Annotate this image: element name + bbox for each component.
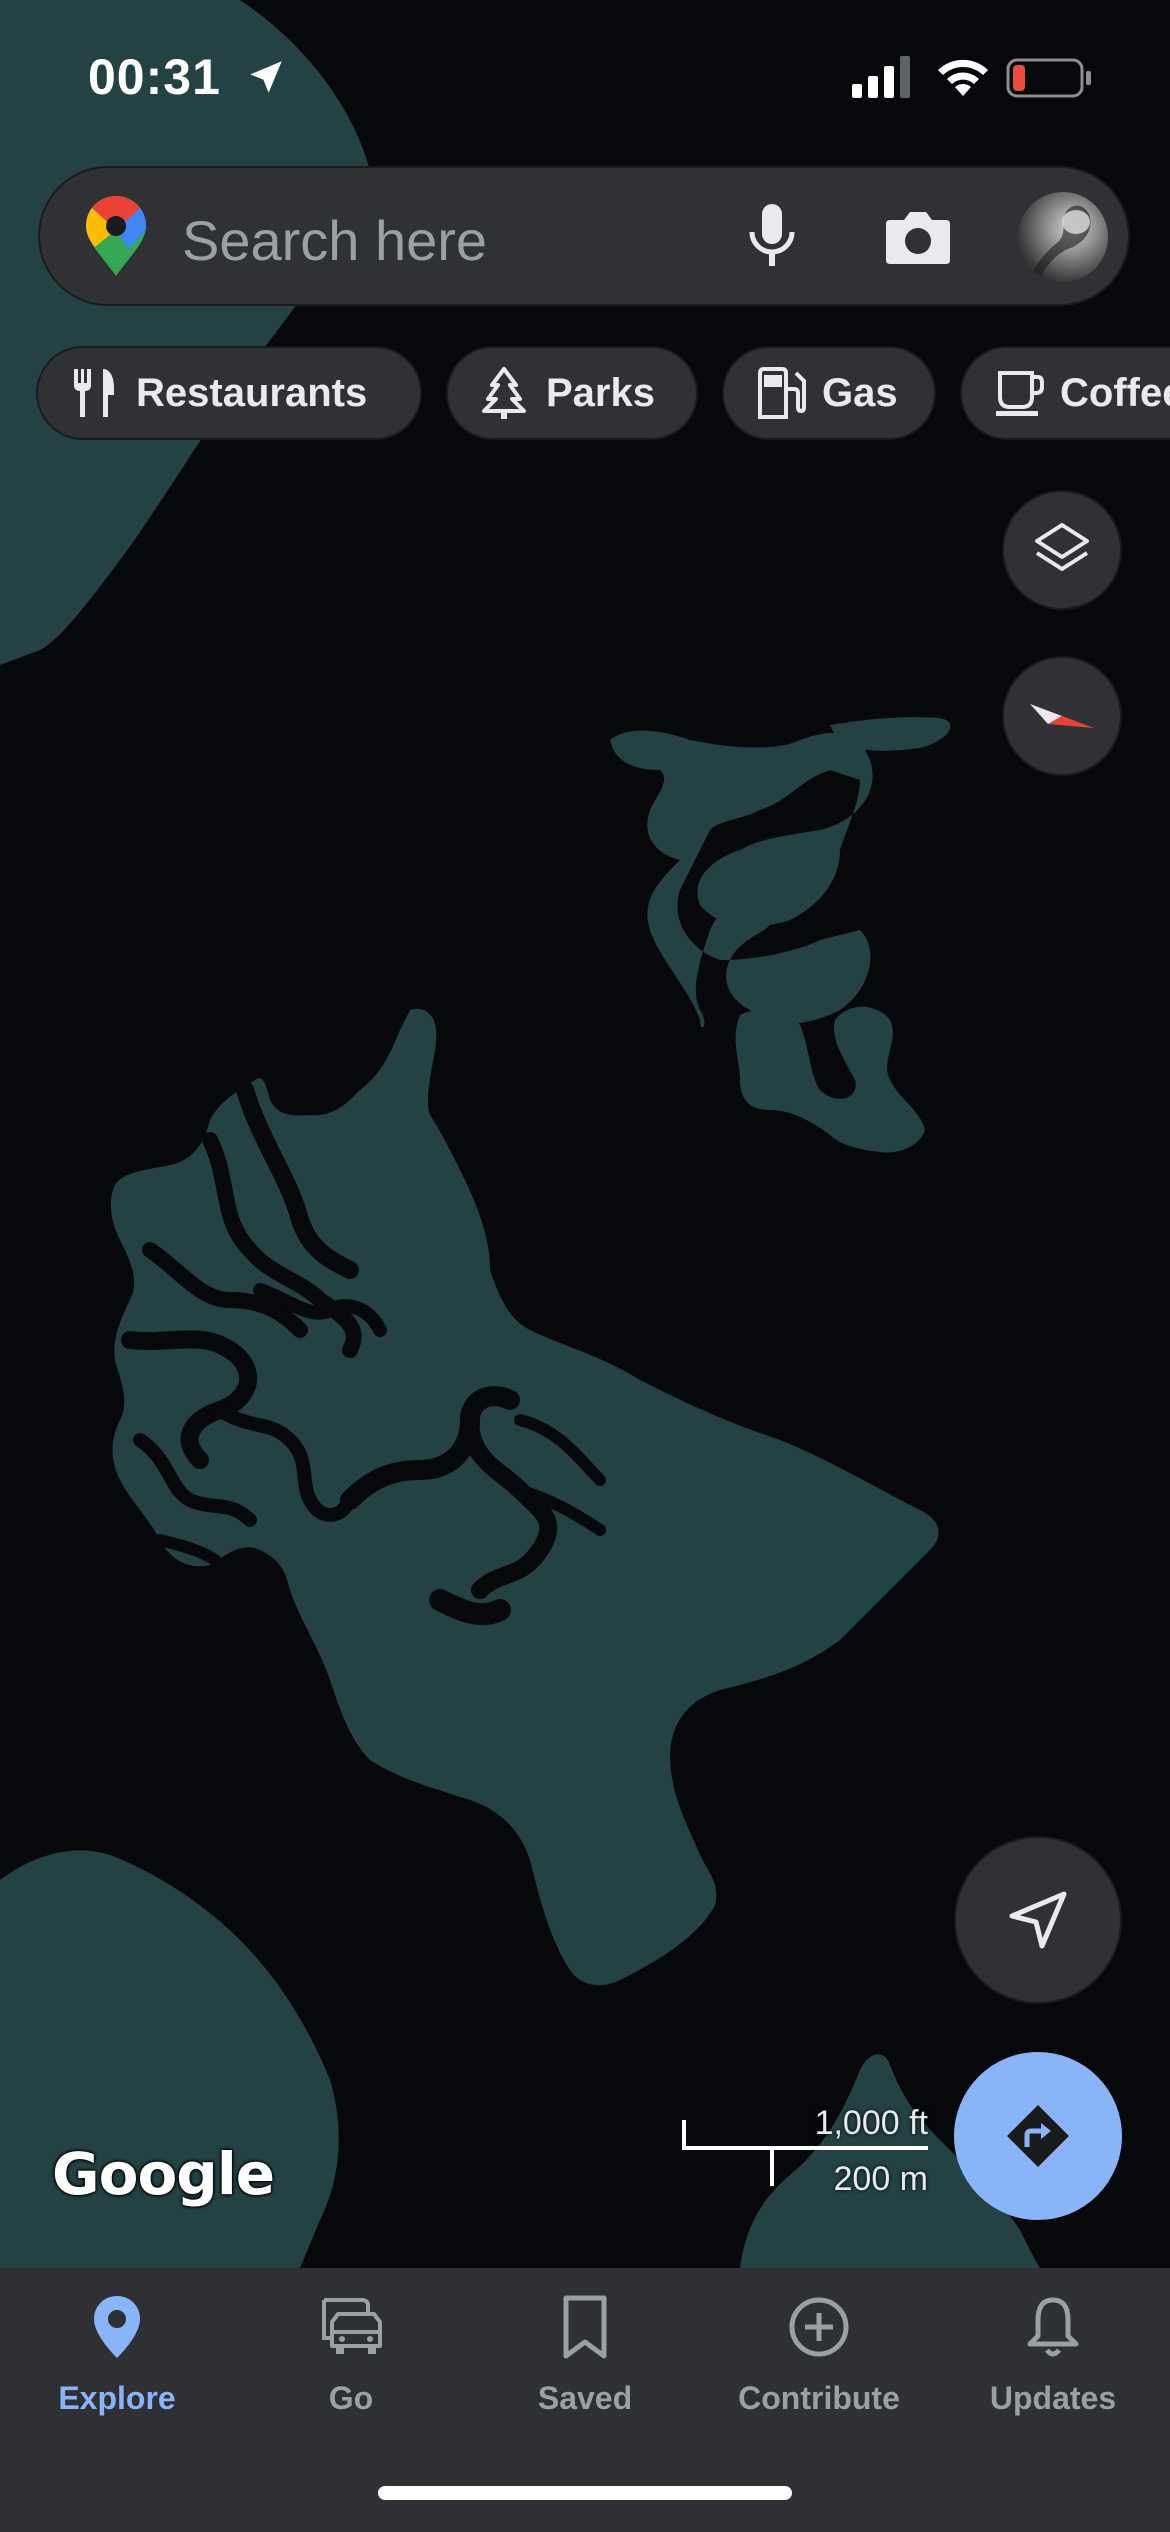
gas-pump-icon [758,367,806,419]
chip-restaurants[interactable]: Restaurants [36,346,422,440]
chip-parks[interactable]: Parks [446,346,698,440]
avatar-photo-icon [1028,205,1091,282]
chip-label: Restaurants [136,370,368,415]
nav-label: Explore [58,2380,176,2416]
coffee-cup-icon [996,371,1044,416]
avatar[interactable] [1018,192,1108,282]
car-icon [322,2298,382,2354]
my-location-button[interactable] [954,1836,1122,2004]
nav-label: Contribute [738,2380,900,2416]
nav-label: Updates [989,2380,1117,2416]
chip-gas[interactable]: Gas [722,346,936,440]
wifi-icon [938,59,988,96]
chip-label: Gas [822,370,898,415]
search-input[interactable]: Search here [182,208,487,273]
bookmark-icon [563,2295,607,2359]
camera-icon[interactable] [884,208,952,266]
search-bar[interactable]: Search here [38,166,1130,306]
nav-updates[interactable]: Updates [936,2292,1170,2417]
tree-icon [482,367,526,419]
scale-imperial: 1,000 ft [814,2104,928,2142]
fork-knife-icon [74,369,114,417]
home-indicator[interactable] [378,2486,792,2500]
google-attribution: Google [52,2140,275,2208]
directions-icon [1007,2105,1069,2167]
google-maps-logo-icon [86,196,146,276]
nav-contribute[interactable]: Contribute [702,2292,936,2417]
chip-coffee[interactable]: Coffee [960,346,1170,440]
location-arrow-icon [250,61,282,93]
location-pin-icon [94,2296,140,2358]
navigation-arrow-icon [1009,1891,1067,1949]
compass-icon [1030,704,1094,728]
bell-icon [1027,2297,1079,2357]
nav-saved[interactable]: Saved [468,2292,702,2417]
nav-explore[interactable]: Explore [0,2292,234,2417]
status-time: 00:31 [88,49,221,105]
battery-icon [1006,58,1091,98]
nav-label: Go [328,2380,374,2416]
layers-icon [1035,523,1089,571]
directions-button[interactable] [954,2052,1122,2220]
nav-go[interactable]: Go [234,2292,468,2417]
compass-button[interactable] [1002,656,1122,776]
scale-metric: 200 m [833,2160,929,2198]
chip-label: Parks [546,370,655,415]
plus-circle-icon [789,2297,849,2357]
microphone-icon[interactable] [742,202,802,272]
nav-label: Saved [537,2380,633,2416]
cellular-signal-icon [852,56,910,98]
layers-button[interactable] [1002,490,1122,610]
chip-label: Coffee [1060,370,1170,415]
